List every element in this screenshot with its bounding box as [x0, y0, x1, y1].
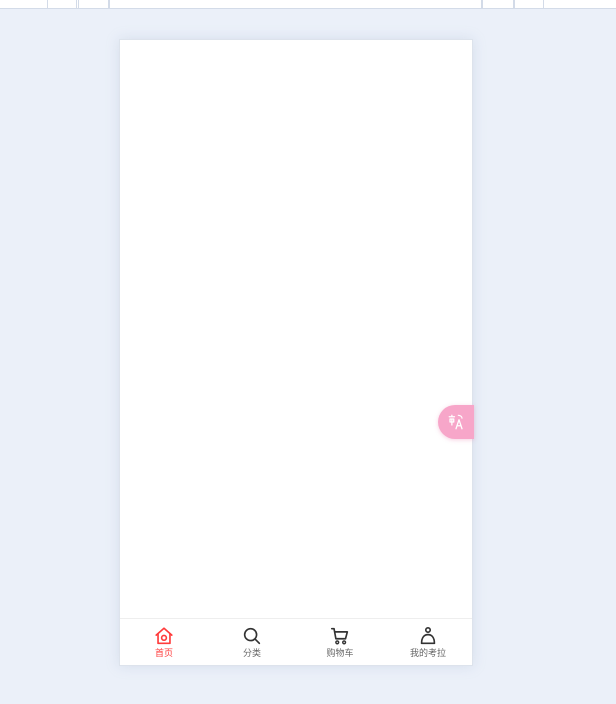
search-icon [243, 627, 261, 645]
tab-cart[interactable]: 购物车 [296, 619, 384, 665]
home-icon [155, 627, 173, 645]
bottom-tab-bar: 首页 分类 购物车 我的考拉 [120, 618, 472, 665]
tab-category[interactable]: 分类 [208, 619, 296, 665]
user-icon [420, 627, 436, 645]
top-bar-segment [109, 0, 482, 8]
top-bar-segment [514, 0, 544, 8]
mobile-viewport: 首页 分类 购物车 我的考拉 [119, 39, 473, 666]
tab-profile[interactable]: 我的考拉 [384, 619, 472, 665]
page-content-area [120, 40, 472, 619]
cart-icon [330, 627, 349, 645]
top-bar-segment [47, 0, 77, 8]
tab-label: 分类 [242, 649, 261, 659]
browser-top-bar [0, 0, 616, 9]
tab-home[interactable]: 首页 [120, 619, 208, 665]
top-bar-segment [482, 0, 514, 8]
top-bar-segment [78, 0, 109, 8]
tab-label: 购物车 [326, 649, 354, 659]
translate-icon [448, 414, 463, 430]
tab-label: 我的考拉 [409, 649, 446, 659]
translate-button[interactable] [438, 405, 474, 439]
tab-label: 首页 [154, 649, 173, 659]
